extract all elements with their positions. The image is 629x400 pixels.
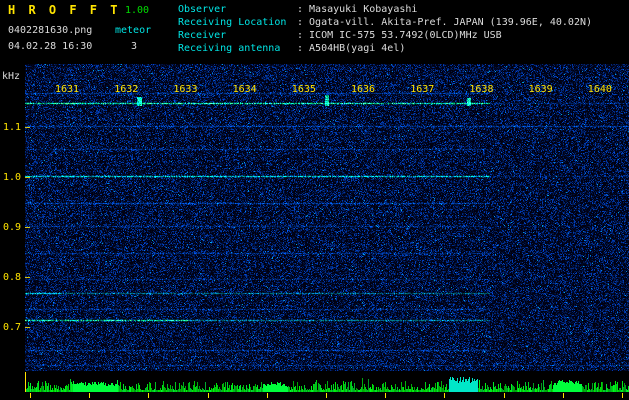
time-label: 1640 <box>587 84 612 95</box>
minute-tick <box>148 393 150 398</box>
freq-label: 0.8 <box>3 272 22 283</box>
station-info: Observer: Masayuki Kobayashi Receiving Lo… <box>178 3 592 55</box>
info-value: : ICOM IC-575 53.7492(0LCD)MHz USB <box>297 30 502 41</box>
info-label: Receiving antenna <box>178 43 281 54</box>
info-label: Observer <box>178 4 227 15</box>
info-value: : Masayuki Kobayashi <box>297 4 418 15</box>
signal-level-meter-canvas <box>25 372 629 392</box>
timestamp: 04.02.28 16:30 <box>8 41 93 52</box>
freq-tick-mark <box>25 227 30 228</box>
minute-tick <box>562 393 564 398</box>
minute-tick <box>326 393 327 398</box>
info-label: Receiver <box>178 30 227 41</box>
time-label: 1635 <box>291 84 316 95</box>
meteor-count: 3 <box>131 41 138 52</box>
time-axis-labels: 1631 1632 1633 1634 1635 1636 1637 1638 1639 1640 <box>25 84 629 96</box>
hrofft-screen: H R O F F T 1.00 0402281630.png meteor 0… <box>0 0 629 400</box>
y-axis-unit-label: kHz <box>2 71 21 82</box>
time-label: 1632 <box>114 84 139 95</box>
freq-label: 1.0 <box>3 172 22 183</box>
time-label: 1638 <box>469 84 494 95</box>
freq-label: 0.7 <box>3 322 22 333</box>
spectrogram-canvas <box>25 64 629 371</box>
time-label: 1637 <box>410 84 435 95</box>
info-value: : A504HB(yagi 4el) <box>297 43 406 54</box>
app-version: 1.00 <box>125 5 150 16</box>
freq-label: 1.1 <box>3 122 22 133</box>
time-label: 1639 <box>528 84 553 95</box>
freq-tick-mark <box>25 127 30 128</box>
minute-tick <box>385 393 387 398</box>
time-label: 1634 <box>232 84 257 95</box>
freq-tick-mark <box>25 177 30 178</box>
info-label: Receiving Location <box>178 17 287 28</box>
time-label: 1636 <box>351 84 376 95</box>
info-row-0: Observer : Masayuki Kobayashi <box>178 3 592 16</box>
minute-tick <box>622 393 623 398</box>
minute-tick <box>89 393 91 398</box>
minute-tick <box>444 393 446 398</box>
mode-label: meteor <box>115 25 152 36</box>
info-row-1: Receiving Location : Ogata-vill. Akita-Pr… <box>178 16 592 29</box>
freq-label: 0.9 <box>3 222 22 233</box>
info-value: : Ogata-vill. Akita-Pref. JAPAN (139.96E… <box>297 17 593 28</box>
app-title: H R O F F T <box>8 3 121 17</box>
minute-tick <box>207 393 209 398</box>
minute-tick <box>503 393 505 398</box>
info-row-3: Receiving antenna : A504HB(yagi 4el) <box>178 42 592 55</box>
minute-tick <box>30 393 31 398</box>
time-axis-ticks <box>25 393 629 399</box>
output-filename: 0402281630.png <box>8 25 93 36</box>
info-row-2: Receiver : ICOM IC-575 53.7492(0LCD)MHz U… <box>178 29 592 42</box>
freq-tick-mark <box>25 277 30 278</box>
minute-tick <box>266 393 268 398</box>
freq-tick-mark <box>25 327 30 328</box>
time-label: 1631 <box>55 84 80 95</box>
time-label: 1633 <box>173 84 198 95</box>
